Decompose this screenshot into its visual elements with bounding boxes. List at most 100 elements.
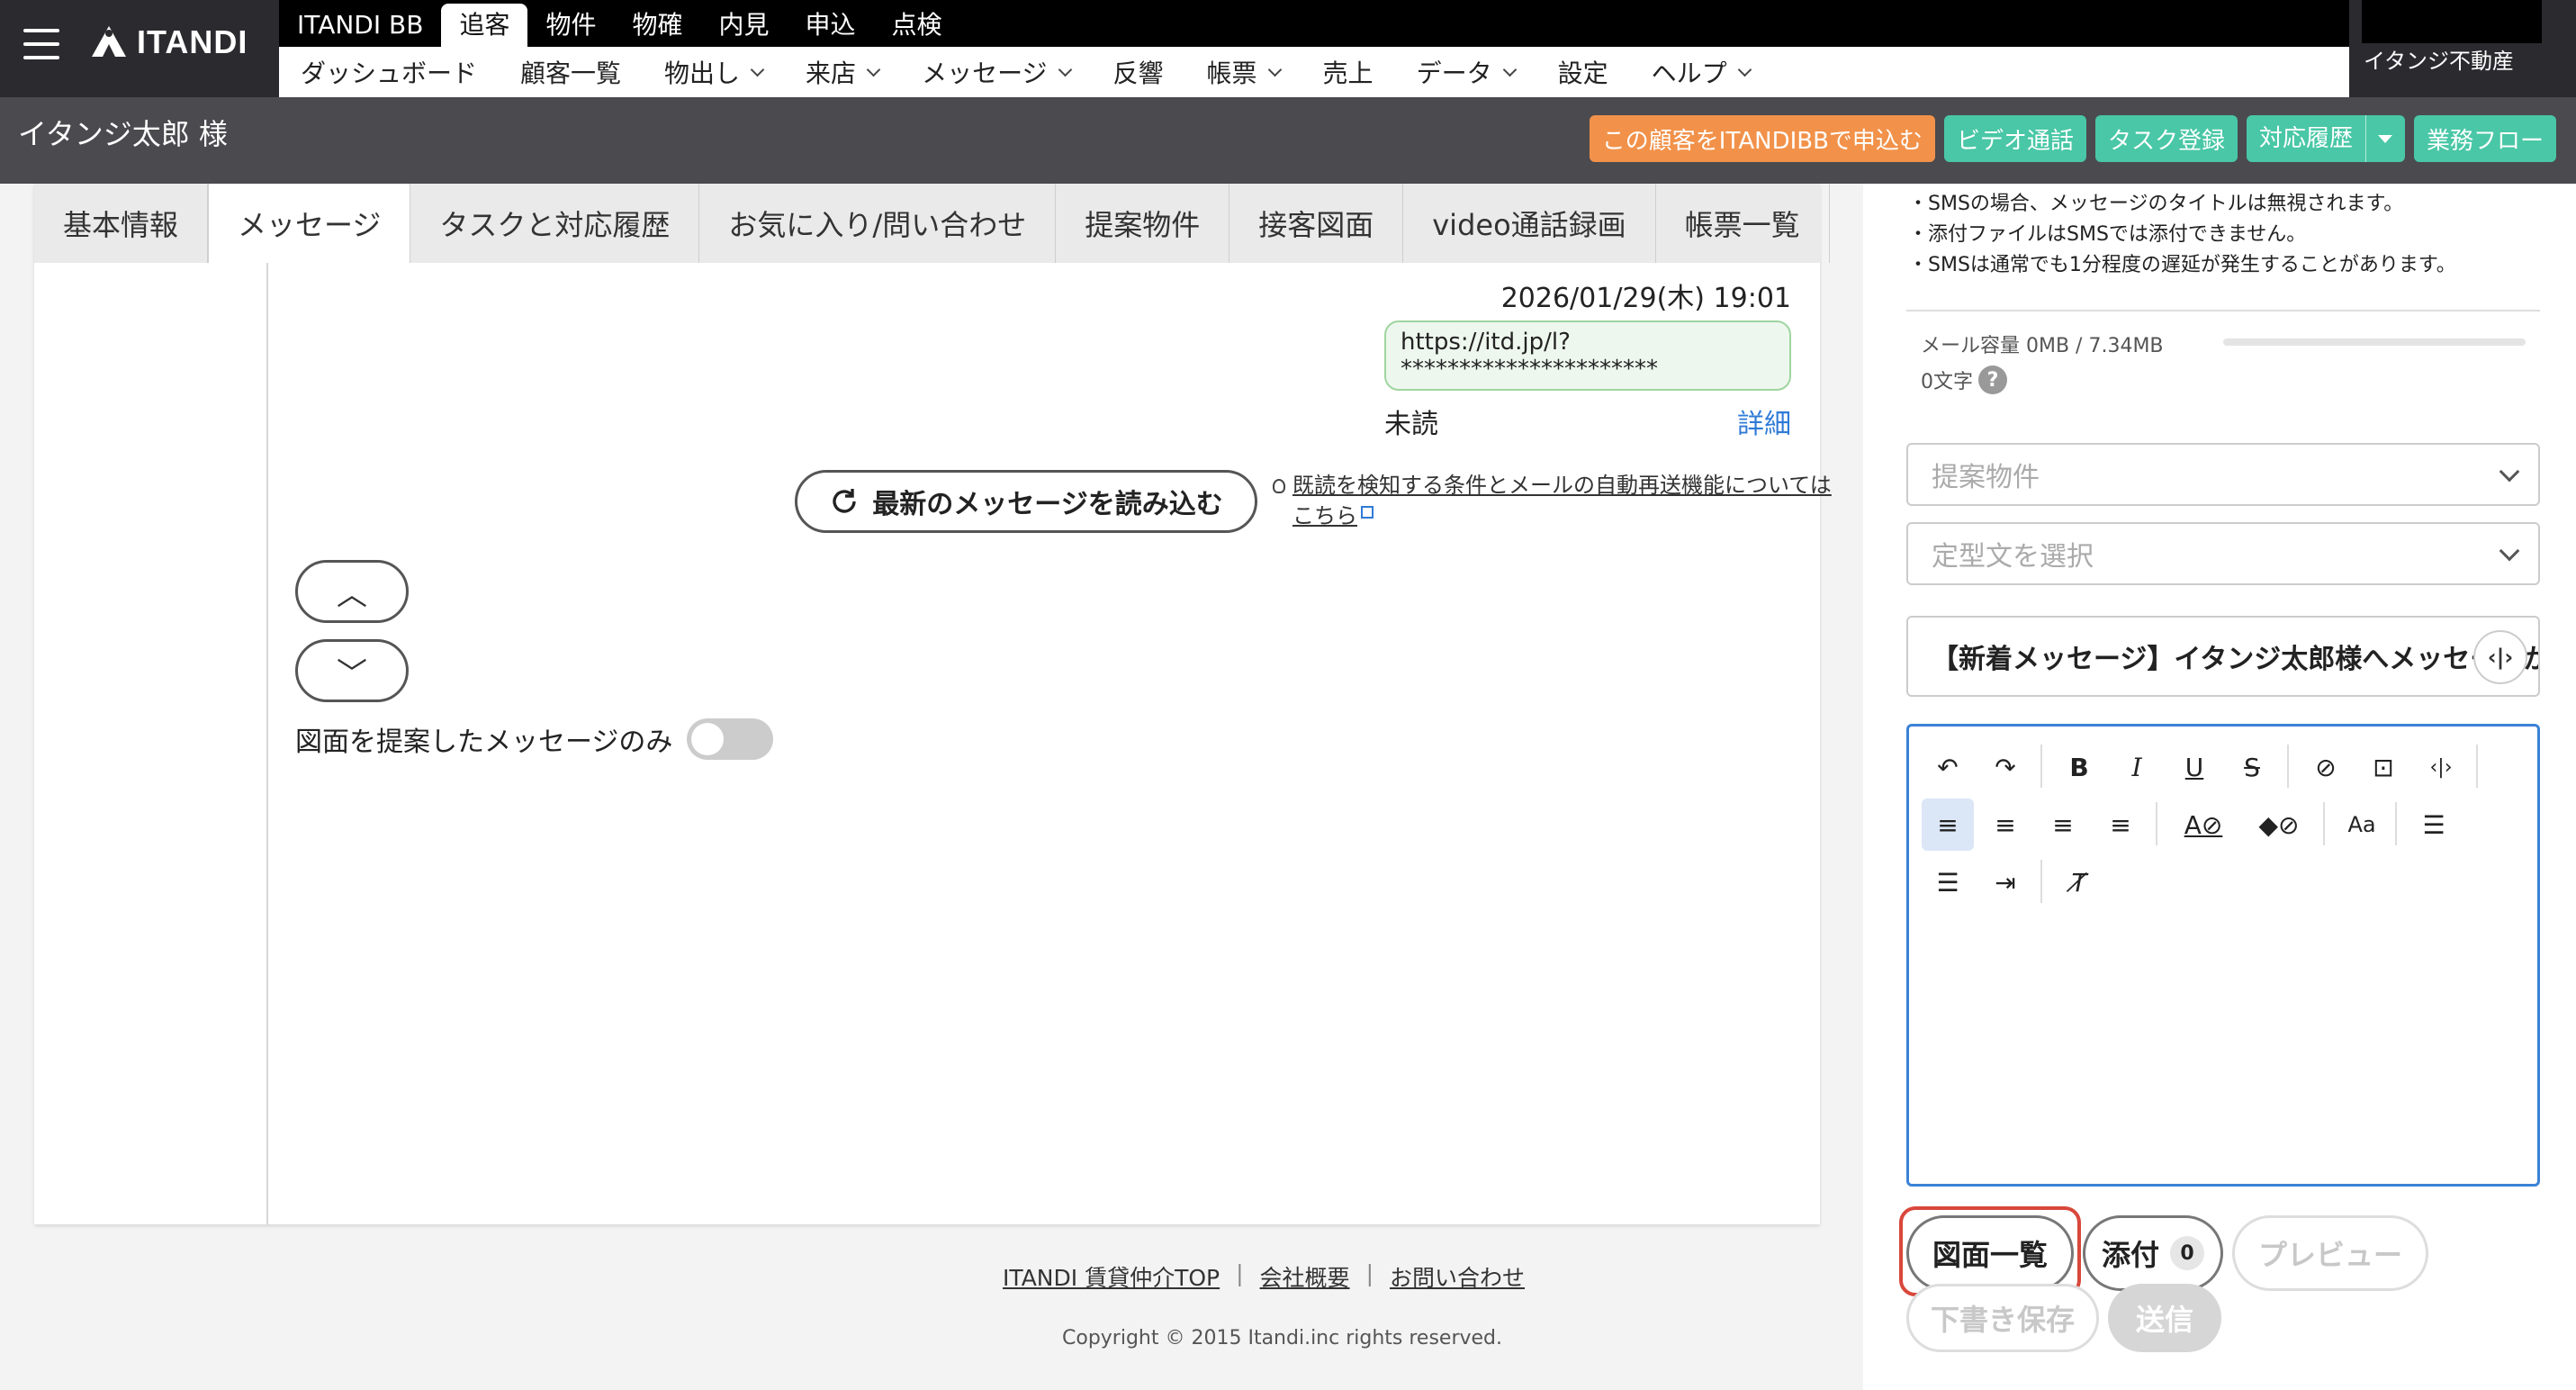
textbox-icon[interactable]: ⊡ [2357, 741, 2409, 793]
sms-note: ・SMSは通常でも1分程度の遅延が発生することがあります。 [1908, 254, 2456, 276]
bullet-list-icon[interactable]: ☰ [2408, 799, 2460, 851]
tab-item-6[interactable]: video通話録画 [1403, 184, 1656, 263]
sub-nav-item-4[interactable]: メッセージ [900, 54, 1091, 90]
variable-insert-icon[interactable]: ‹|› [2473, 630, 2527, 684]
sub-nav-label: ヘルプ [1651, 59, 1727, 88]
top-nav-item-3[interactable]: 物確 [614, 4, 700, 47]
sub-nav-label: 売上 [1322, 59, 1374, 88]
top-nav-item-2[interactable]: 物件 [527, 4, 614, 47]
subject-input[interactable]: 【新着メッセージ】イタンジ太郎様へメッセージが届いています ‹|› [1906, 616, 2540, 697]
template-select[interactable]: 定型文を選択 [1906, 522, 2540, 585]
sub-nav-item-1[interactable]: 顧客一覧 [499, 54, 643, 90]
sub-nav-item-6[interactable]: 帳票 [1185, 54, 1302, 90]
message-bubble[interactable]: https://itd.jp/l?********************** [1384, 320, 1791, 391]
drawings-list-button[interactable]: 図面一覧 [1906, 1215, 2074, 1291]
toolbar-separator [2287, 745, 2289, 788]
tab-item-3[interactable]: お気に入り/問い合わせ [699, 184, 1057, 263]
footer-link[interactable]: お問い合わせ [1390, 1260, 1525, 1293]
drawing-filter-toggle[interactable] [687, 718, 774, 760]
read-detection-hint[interactable]: 既読を検知する条件とメールの自動再送機能についてはこちら [1273, 470, 1833, 531]
chevron-down-icon [2499, 461, 2520, 483]
sub-nav-label: 反響 [1112, 59, 1164, 88]
sub-nav-label: 帳票 [1206, 59, 1257, 88]
chevron-down-icon [750, 62, 765, 77]
footer-links: ITANDI 賃貸仲介TOP | 会社概要 | お問い合わせ [1003, 1260, 1525, 1293]
sms-note: ・添付ファイルはSMSでは添付できません。 [1908, 223, 2307, 246]
workflow-button[interactable]: 業務フロー [2413, 115, 2556, 162]
tab-item-1[interactable]: メッセージ [208, 184, 411, 263]
tab-item-7[interactable]: 帳票一覧 [1656, 184, 1830, 263]
history-button[interactable]: 対応履歴 [2247, 115, 2365, 162]
sms-notes: ・SMSの場合、メッセージのタイトルは無視されます。 ・添付ファイルはSMSでは添… [1908, 189, 2456, 281]
variable-icon[interactable]: ‹|› [2415, 741, 2467, 793]
detail-link[interactable]: 詳細 [1737, 402, 1791, 441]
chevron-down-icon [1502, 62, 1517, 77]
lightbulb-icon [1273, 479, 1285, 493]
scroll-up-button[interactable]: ︿ [295, 560, 409, 623]
itandi-logo-icon [92, 26, 126, 57]
task-register-button[interactable]: タスク登録 [2094, 115, 2238, 162]
tab-item-4[interactable]: 提案物件 [1056, 184, 1230, 263]
top-nav-item-5[interactable]: 申込 [788, 4, 874, 47]
link-icon[interactable]: ⊘ [2300, 741, 2352, 793]
send-button[interactable]: 送信 [2108, 1284, 2221, 1352]
undo-icon[interactable]: ↶ [1922, 741, 1974, 793]
sub-nav-item-7[interactable]: 売上 [1302, 54, 1395, 90]
account-box [2362, 0, 2542, 43]
video-call-button[interactable]: ビデオ通話 [1943, 115, 2086, 162]
top-nav-item-0[interactable]: ITANDI BB [279, 4, 441, 47]
sub-nav-item-9[interactable]: 設定 [1536, 54, 1630, 90]
align-right-icon[interactable]: ≡ [2037, 799, 2089, 851]
attach-button[interactable]: 添付 0 [2083, 1215, 2223, 1291]
tab-item-5[interactable]: 接客図面 [1229, 184, 1404, 263]
top-nav-item-6[interactable]: 点検 [874, 4, 960, 47]
tab-item-2[interactable]: タスクと対応履歴 [410, 184, 700, 263]
sub-nav-label: 設定 [1557, 59, 1608, 88]
align-center-icon[interactable]: ≡ [1979, 799, 2031, 851]
toolbar-separator [2040, 745, 2042, 788]
sub-nav-label: 来店 [806, 59, 857, 88]
save-draft-button[interactable]: 下書き保存 [1906, 1284, 2099, 1352]
divider [1906, 310, 2540, 311]
hint-link[interactable]: 既読を検知する条件とメールの自動再送機能についてはこちら [1293, 473, 1832, 528]
sub-nav-item-5[interactable]: 反響 [1092, 54, 1185, 90]
reload-messages-button[interactable]: 最新のメッセージを読み込む [795, 470, 1257, 533]
sub-nav-item-8[interactable]: データ [1395, 54, 1536, 90]
numbered-list-icon[interactable]: ☰ [1922, 856, 1974, 908]
sub-nav-item-0[interactable]: ダッシュボード [279, 54, 499, 90]
menu-icon[interactable] [23, 29, 59, 59]
property-select[interactable]: 提案物件 [1906, 443, 2540, 506]
align-left-icon[interactable]: ≡ [1922, 799, 1974, 851]
sub-nav-item-3[interactable]: 来店 [784, 54, 900, 90]
redo-icon[interactable]: ↷ [1979, 741, 2031, 793]
preview-button[interactable]: プレビュー [2232, 1215, 2428, 1291]
top-nav-item-4[interactable]: 内見 [700, 4, 787, 47]
footer-separator: | [1365, 1260, 1374, 1286]
bold-icon[interactable]: B [2053, 741, 2105, 793]
font-color-icon[interactable]: A⊘ [2170, 799, 2237, 851]
help-icon[interactable]: ? [1978, 366, 2007, 394]
account-name[interactable]: イタンジ不動産 [2364, 43, 2514, 75]
message-editor[interactable]: ↶ ↷ B I U S ⊘ ⊡ ‹|› ≡ ≡ ≡ ≡ A⊘ ◆⊘ Aa ☰ ☰… [1906, 724, 2540, 1187]
history-dropdown-toggle[interactable] [2364, 115, 2405, 162]
underline-icon[interactable]: U [2168, 741, 2220, 793]
refresh-icon [833, 489, 856, 513]
footer-link[interactable]: ITANDI 賃貸仲介TOP [1003, 1260, 1220, 1293]
background-color-icon[interactable]: ◆⊘ [2246, 799, 2312, 851]
strikethrough-icon[interactable]: S [2226, 741, 2278, 793]
footer-link[interactable]: 会社概要 [1260, 1260, 1350, 1293]
sub-nav-item-10[interactable]: ヘルプ [1630, 54, 1771, 90]
indent-icon[interactable]: ⇥ [1979, 856, 2031, 908]
top-nav-item-1[interactable]: 追客 [441, 4, 528, 47]
italic-icon[interactable]: I [2111, 741, 2163, 793]
align-justify-icon[interactable]: ≡ [2094, 799, 2147, 851]
sub-nav-item-2[interactable]: 物出し [643, 54, 784, 90]
tab-item-0[interactable]: 基本情報 [34, 184, 209, 263]
scroll-down-button[interactable]: ﹀ [295, 639, 409, 702]
capacity-bar [2223, 338, 2526, 346]
logo[interactable]: ITANDI [90, 23, 248, 61]
apply-itandibb-button[interactable]: この顧客をITANDIBBで申込む [1589, 115, 1935, 162]
clear-format-icon[interactable]: T̸ [2053, 856, 2105, 908]
font-size-icon[interactable]: Aa [2336, 799, 2388, 851]
reload-messages-label: 最新のメッセージを読み込む [872, 489, 1223, 520]
